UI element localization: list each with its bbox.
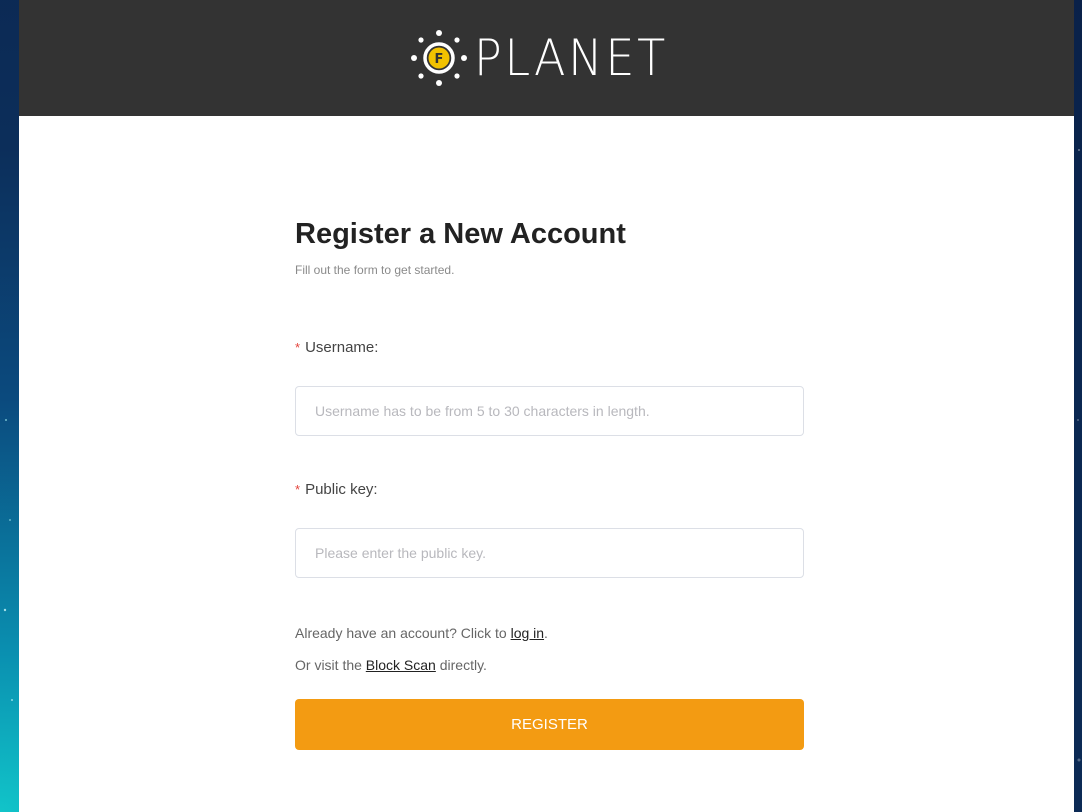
username-label: * Username: [295,339,378,356]
page-title: Register a New Account [295,218,626,250]
app-header: F PLANET [19,0,1074,116]
login-link[interactable]: log in [511,625,544,641]
brand-logo[interactable]: F PLANET [408,27,685,89]
required-marker: * [295,482,301,497]
block-scan-hint: Or visit the Block Scan directly. [295,657,487,673]
login-hint: Already have an account? Click to log in… [295,625,548,641]
username-input[interactable] [295,386,804,436]
username-label-text: Username: [305,339,379,356]
required-marker: * [295,340,301,355]
public-key-label-text: Public key: [305,481,378,498]
register-button[interactable]: REGISTER [295,699,804,750]
login-hint-suffix: . [544,625,548,641]
public-key-label: * Public key: [295,481,378,498]
login-hint-prefix: Already have an account? Click to [295,625,511,641]
block-scan-link[interactable]: Block Scan [366,657,436,673]
public-key-input[interactable] [295,528,804,578]
brand-name: PLANET [474,29,669,87]
page-subtitle: Fill out the form to get started. [295,263,455,277]
block-scan-hint-prefix: Or visit the [295,657,366,673]
sun-coin-icon: F [411,30,468,86]
block-scan-hint-suffix: directly. [435,657,487,673]
svg-text:F: F [435,52,444,67]
register-card: F PLANET Register a New Account Fill out… [19,0,1074,812]
